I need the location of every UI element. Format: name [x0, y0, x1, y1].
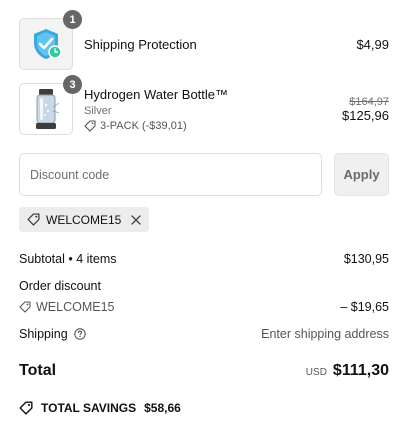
item-discount: 3-PACK (-$39,01) — [84, 120, 342, 132]
shipping-label: Shipping — [19, 327, 68, 341]
product-thumbnail: 3 — [19, 75, 82, 135]
item-info: Shipping Protection — [84, 37, 356, 52]
shipping-row: Shipping Enter shipping address — [19, 327, 389, 341]
discount-code-input[interactable] — [19, 153, 322, 196]
total-label: Total — [19, 362, 57, 379]
water-bottle-icon — [31, 87, 61, 131]
order-discount-code: WELCOME15 — [19, 300, 115, 314]
item-price: $4,99 — [356, 37, 389, 52]
order-discount-value: – $19,65 — [340, 300, 389, 314]
order-discount-code-text: WELCOME15 — [36, 300, 115, 314]
order-discount-code-row: WELCOME15 – $19,65 — [19, 300, 389, 314]
item-variant: Silver — [84, 104, 112, 117]
item-price-value: $4,99 — [356, 36, 389, 52]
total-currency: USD — [305, 367, 327, 378]
applied-discount-chip: WELCOME15 — [19, 207, 150, 232]
item-original-price: $164,97 — [349, 95, 389, 108]
total-savings: TOTAL SAVINGS $58,66 — [19, 401, 181, 415]
discount-form: Apply — [19, 153, 389, 196]
cart-line-item: 1 Shipping Protection $4,99 — [19, 10, 389, 70]
order-discount-label: Order discount — [19, 279, 101, 293]
tag-icon — [27, 213, 40, 226]
item-price: $164,97 $125,96 — [342, 96, 389, 123]
product-thumbnail: 1 — [19, 10, 82, 70]
subtotal-label: Subtotal • 4 items — [19, 252, 117, 266]
tag-icon — [19, 301, 31, 313]
item-discount-label: 3-PACK (-$39,01) — [100, 119, 187, 132]
item-price-value: $125,96 — [342, 107, 389, 123]
total-savings-label: TOTAL SAVINGS — [41, 401, 137, 415]
remove-discount-close-icon[interactable] — [131, 214, 142, 225]
subtotal-row: Subtotal • 4 items $130,95 — [19, 252, 389, 266]
item-info: Hydrogen Water Bottle™ Silver 3-PACK (-$… — [84, 87, 342, 132]
total-row: Total USD $111,30 — [19, 362, 389, 380]
quantity-badge: 3 — [63, 75, 82, 94]
item-name: Hydrogen Water Bottle™ — [84, 86, 229, 102]
tag-icon — [19, 401, 33, 415]
applied-discount-code: WELCOME15 — [46, 212, 122, 227]
total-value-group: USD $111,30 — [306, 362, 389, 380]
shipping-value: Enter shipping address — [261, 327, 389, 341]
item-name: Shipping Protection — [84, 36, 197, 52]
quantity-badge: 1 — [63, 10, 82, 29]
subtotal-value: $130,95 — [343, 252, 389, 266]
total-savings-value: $58,66 — [144, 401, 181, 415]
order-discount-row: Order discount — [19, 279, 389, 293]
total-amount: $111,30 — [332, 362, 389, 379]
tag-icon — [84, 119, 96, 132]
shipping-label-group: Shipping — [19, 327, 86, 341]
cart-line-item: 3 Hydrogen Water Bottle™ Silver 3-PACK (… — [19, 75, 389, 135]
apply-discount-button[interactable]: Apply — [334, 153, 389, 196]
help-circle-icon[interactable] — [73, 328, 86, 340]
shield-check-icon — [28, 26, 64, 62]
